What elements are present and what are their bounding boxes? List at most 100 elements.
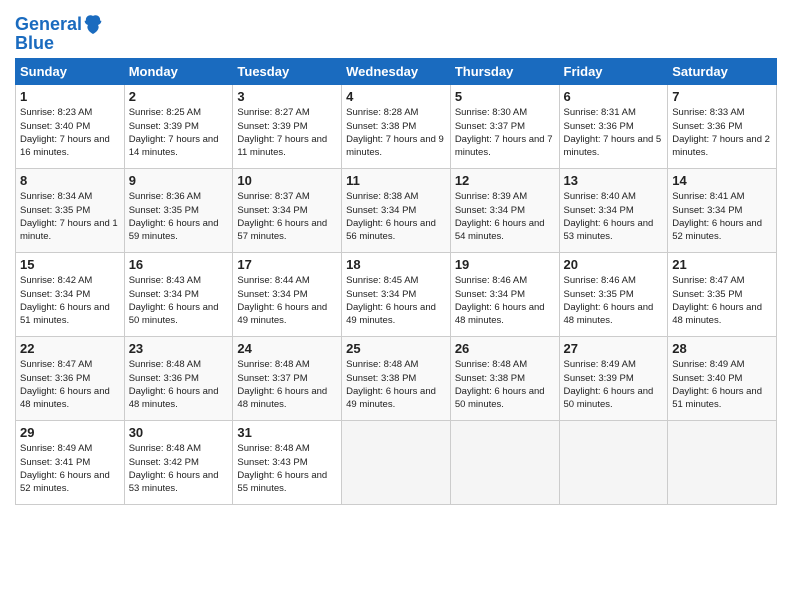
calendar-cell: 14Sunrise: 8:41 AMSunset: 3:34 PMDayligh… [668, 168, 777, 252]
calendar-week-2: 8Sunrise: 8:34 AMSunset: 3:35 PMDaylight… [16, 168, 777, 252]
calendar-cell: 9Sunrise: 8:36 AMSunset: 3:35 PMDaylight… [124, 168, 233, 252]
calendar-cell: 1Sunrise: 8:23 AMSunset: 3:40 PMDaylight… [16, 84, 125, 168]
day-number: 14 [672, 172, 772, 190]
day-info: Sunrise: 8:47 AMSunset: 3:36 PMDaylight:… [20, 358, 120, 411]
day-info: Sunrise: 8:48 AMSunset: 3:38 PMDaylight:… [346, 358, 446, 411]
logo-text: General [15, 15, 82, 35]
calendar-week-1: 1Sunrise: 8:23 AMSunset: 3:40 PMDaylight… [16, 84, 777, 168]
weekday-header-thursday: Thursday [450, 58, 559, 84]
day-info: Sunrise: 8:46 AMSunset: 3:34 PMDaylight:… [455, 274, 555, 327]
day-info: Sunrise: 8:45 AMSunset: 3:34 PMDaylight:… [346, 274, 446, 327]
day-info: Sunrise: 8:47 AMSunset: 3:35 PMDaylight:… [672, 274, 772, 327]
day-number: 12 [455, 172, 555, 190]
day-number: 15 [20, 256, 120, 274]
day-info: Sunrise: 8:48 AMSunset: 3:38 PMDaylight:… [455, 358, 555, 411]
day-number: 1 [20, 88, 120, 106]
logo: General Blue [15, 14, 102, 54]
calendar-cell: 6Sunrise: 8:31 AMSunset: 3:36 PMDaylight… [559, 84, 668, 168]
day-info: Sunrise: 8:49 AMSunset: 3:40 PMDaylight:… [672, 358, 772, 411]
calendar-cell: 26Sunrise: 8:48 AMSunset: 3:38 PMDayligh… [450, 336, 559, 420]
calendar-cell: 23Sunrise: 8:48 AMSunset: 3:36 PMDayligh… [124, 336, 233, 420]
day-number: 21 [672, 256, 772, 274]
calendar-cell: 8Sunrise: 8:34 AMSunset: 3:35 PMDaylight… [16, 168, 125, 252]
logo-blue-text: Blue [15, 34, 102, 54]
calendar-cell: 10Sunrise: 8:37 AMSunset: 3:34 PMDayligh… [233, 168, 342, 252]
calendar-cell: 18Sunrise: 8:45 AMSunset: 3:34 PMDayligh… [342, 252, 451, 336]
day-info: Sunrise: 8:48 AMSunset: 3:43 PMDaylight:… [237, 442, 337, 495]
day-number: 6 [564, 88, 664, 106]
day-info: Sunrise: 8:25 AMSunset: 3:39 PMDaylight:… [129, 106, 229, 159]
day-info: Sunrise: 8:23 AMSunset: 3:40 PMDaylight:… [20, 106, 120, 159]
day-number: 25 [346, 340, 446, 358]
day-info: Sunrise: 8:48 AMSunset: 3:42 PMDaylight:… [129, 442, 229, 495]
day-number: 5 [455, 88, 555, 106]
day-info: Sunrise: 8:30 AMSunset: 3:37 PMDaylight:… [455, 106, 555, 159]
calendar-cell: 30Sunrise: 8:48 AMSunset: 3:42 PMDayligh… [124, 420, 233, 504]
day-number: 24 [237, 340, 337, 358]
day-number: 4 [346, 88, 446, 106]
day-info: Sunrise: 8:48 AMSunset: 3:37 PMDaylight:… [237, 358, 337, 411]
calendar-cell: 19Sunrise: 8:46 AMSunset: 3:34 PMDayligh… [450, 252, 559, 336]
day-info: Sunrise: 8:36 AMSunset: 3:35 PMDaylight:… [129, 190, 229, 243]
weekday-header-wednesday: Wednesday [342, 58, 451, 84]
calendar-cell: 12Sunrise: 8:39 AMSunset: 3:34 PMDayligh… [450, 168, 559, 252]
day-number: 11 [346, 172, 446, 190]
calendar-cell [450, 420, 559, 504]
day-number: 16 [129, 256, 229, 274]
calendar-cell: 24Sunrise: 8:48 AMSunset: 3:37 PMDayligh… [233, 336, 342, 420]
day-info: Sunrise: 8:38 AMSunset: 3:34 PMDaylight:… [346, 190, 446, 243]
day-info: Sunrise: 8:46 AMSunset: 3:35 PMDaylight:… [564, 274, 664, 327]
day-info: Sunrise: 8:40 AMSunset: 3:34 PMDaylight:… [564, 190, 664, 243]
main-container: General Blue SundayMondayTuesdayWednesda… [0, 0, 792, 510]
calendar-cell: 15Sunrise: 8:42 AMSunset: 3:34 PMDayligh… [16, 252, 125, 336]
calendar-cell [559, 420, 668, 504]
day-number: 28 [672, 340, 772, 358]
calendar-cell: 25Sunrise: 8:48 AMSunset: 3:38 PMDayligh… [342, 336, 451, 420]
day-info: Sunrise: 8:49 AMSunset: 3:41 PMDaylight:… [20, 442, 120, 495]
day-info: Sunrise: 8:49 AMSunset: 3:39 PMDaylight:… [564, 358, 664, 411]
calendar-cell [342, 420, 451, 504]
calendar-week-5: 29Sunrise: 8:49 AMSunset: 3:41 PMDayligh… [16, 420, 777, 504]
calendar-header-row: SundayMondayTuesdayWednesdayThursdayFrid… [16, 58, 777, 84]
day-info: Sunrise: 8:39 AMSunset: 3:34 PMDaylight:… [455, 190, 555, 243]
day-info: Sunrise: 8:28 AMSunset: 3:38 PMDaylight:… [346, 106, 446, 159]
day-info: Sunrise: 8:43 AMSunset: 3:34 PMDaylight:… [129, 274, 229, 327]
weekday-header-friday: Friday [559, 58, 668, 84]
day-number: 7 [672, 88, 772, 106]
calendar-cell: 3Sunrise: 8:27 AMSunset: 3:39 PMDaylight… [233, 84, 342, 168]
calendar-table: SundayMondayTuesdayWednesdayThursdayFrid… [15, 58, 777, 505]
calendar-cell: 16Sunrise: 8:43 AMSunset: 3:34 PMDayligh… [124, 252, 233, 336]
calendar-cell: 17Sunrise: 8:44 AMSunset: 3:34 PMDayligh… [233, 252, 342, 336]
day-number: 18 [346, 256, 446, 274]
logo-bird-icon [84, 14, 102, 36]
day-number: 30 [129, 424, 229, 442]
day-info: Sunrise: 8:37 AMSunset: 3:34 PMDaylight:… [237, 190, 337, 243]
day-number: 2 [129, 88, 229, 106]
day-info: Sunrise: 8:27 AMSunset: 3:39 PMDaylight:… [237, 106, 337, 159]
day-info: Sunrise: 8:42 AMSunset: 3:34 PMDaylight:… [20, 274, 120, 327]
weekday-header-monday: Monday [124, 58, 233, 84]
day-info: Sunrise: 8:48 AMSunset: 3:36 PMDaylight:… [129, 358, 229, 411]
calendar-cell: 27Sunrise: 8:49 AMSunset: 3:39 PMDayligh… [559, 336, 668, 420]
day-info: Sunrise: 8:41 AMSunset: 3:34 PMDaylight:… [672, 190, 772, 243]
calendar-cell [668, 420, 777, 504]
calendar-cell: 28Sunrise: 8:49 AMSunset: 3:40 PMDayligh… [668, 336, 777, 420]
day-number: 17 [237, 256, 337, 274]
weekday-header-sunday: Sunday [16, 58, 125, 84]
header: General Blue [15, 10, 777, 54]
day-number: 22 [20, 340, 120, 358]
calendar-cell: 2Sunrise: 8:25 AMSunset: 3:39 PMDaylight… [124, 84, 233, 168]
calendar-cell: 11Sunrise: 8:38 AMSunset: 3:34 PMDayligh… [342, 168, 451, 252]
calendar-cell: 20Sunrise: 8:46 AMSunset: 3:35 PMDayligh… [559, 252, 668, 336]
calendar-cell: 4Sunrise: 8:28 AMSunset: 3:38 PMDaylight… [342, 84, 451, 168]
day-number: 3 [237, 88, 337, 106]
day-number: 13 [564, 172, 664, 190]
calendar-cell: 7Sunrise: 8:33 AMSunset: 3:36 PMDaylight… [668, 84, 777, 168]
calendar-cell: 21Sunrise: 8:47 AMSunset: 3:35 PMDayligh… [668, 252, 777, 336]
day-number: 26 [455, 340, 555, 358]
weekday-header-saturday: Saturday [668, 58, 777, 84]
day-number: 10 [237, 172, 337, 190]
calendar-cell: 13Sunrise: 8:40 AMSunset: 3:34 PMDayligh… [559, 168, 668, 252]
day-info: Sunrise: 8:34 AMSunset: 3:35 PMDaylight:… [20, 190, 120, 243]
day-info: Sunrise: 8:33 AMSunset: 3:36 PMDaylight:… [672, 106, 772, 159]
